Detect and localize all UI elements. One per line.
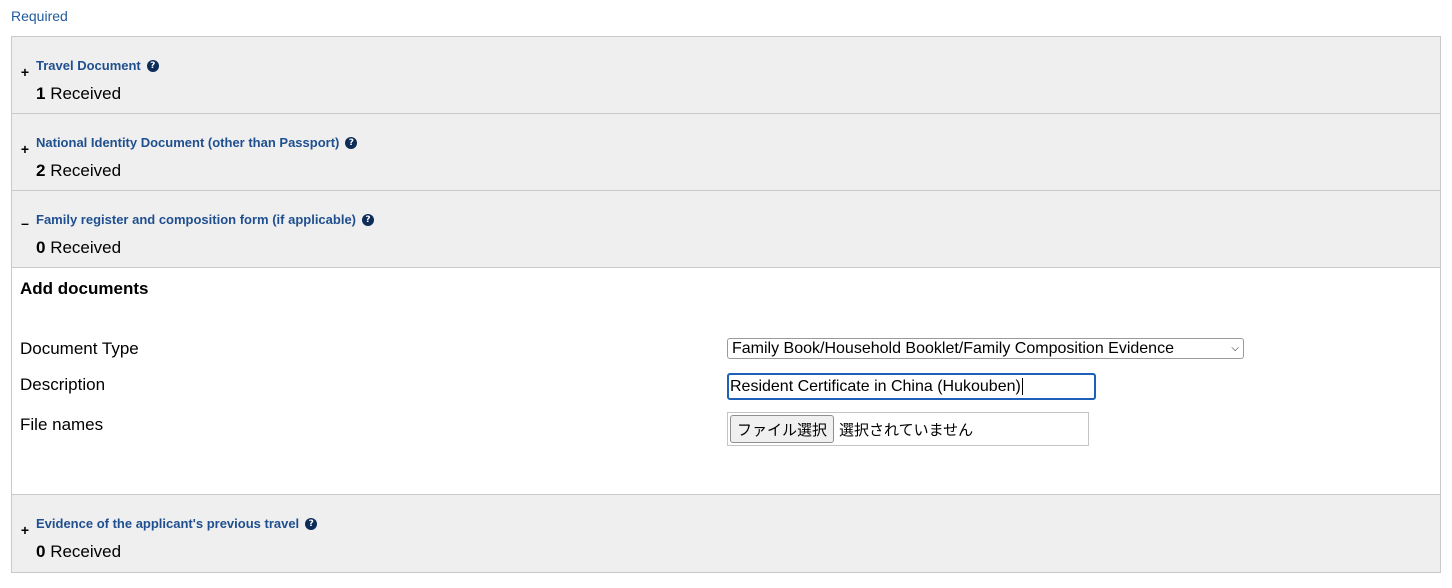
description-value: Resident Certificate in China (Hukouben) [730, 377, 1021, 395]
help-icon[interactable]: ? [305, 517, 318, 530]
count-label: Received [50, 238, 122, 257]
documents-panel: + Travel Document ? 1 Received + Nationa… [11, 36, 1441, 573]
count-label: Received [50, 542, 122, 561]
expand-toggle[interactable]: + [20, 141, 30, 157]
file-input[interactable]: ファイル選択 選択されていません [727, 412, 1089, 446]
section-title-text[interactable]: Evidence of the applicant's previous tra… [36, 516, 299, 531]
count-number: 0 [36, 542, 46, 561]
required-heading: Required [11, 8, 68, 24]
document-type-label: Document Type [20, 339, 139, 358]
document-type-value: Family Book/Household Booklet/Family Com… [732, 339, 1174, 357]
document-type-select[interactable]: Family Book/Household Booklet/Family Com… [727, 338, 1244, 359]
help-icon[interactable]: ? [345, 136, 358, 149]
section-title-text[interactable]: Travel Document [36, 58, 141, 73]
count-label: Received [50, 84, 122, 103]
help-icon[interactable]: ? [146, 59, 159, 72]
section-national-identity-document[interactable]: + National Identity Document (other than… [12, 114, 1440, 191]
received-count: 2 Received [36, 161, 121, 181]
received-count: 1 Received [36, 84, 121, 104]
count-number: 2 [36, 161, 46, 180]
section-title[interactable]: Family register and composition form (if… [36, 212, 374, 227]
text-cursor [1021, 378, 1023, 395]
section-travel-document[interactable]: + Travel Document ? 1 Received [12, 37, 1440, 114]
expand-toggle[interactable]: + [20, 64, 30, 80]
section-previous-travel-evidence[interactable]: + Evidence of the applicant's previous t… [12, 495, 1440, 572]
description-input[interactable]: Resident Certificate in China (Hukouben) [727, 373, 1096, 400]
section-title[interactable]: National Identity Document (other than P… [36, 135, 358, 150]
count-number: 1 [36, 84, 46, 103]
collapse-toggle[interactable]: – [20, 215, 30, 231]
section-title[interactable]: Evidence of the applicant's previous tra… [36, 516, 318, 531]
description-label: Description [20, 375, 106, 394]
received-count: 0 Received [36, 542, 121, 562]
file-names-label: File names [20, 415, 104, 434]
add-documents-form: Add documents Document Type Family Book/… [12, 268, 1440, 495]
section-title-text[interactable]: Family register and composition form (if… [36, 212, 356, 227]
help-icon[interactable]: ? [362, 213, 374, 226]
received-count: 0 Received [36, 238, 121, 258]
count-label: Received [50, 161, 122, 180]
add-documents-title: Add documents [20, 279, 149, 298]
section-title[interactable]: Travel Document ? [36, 58, 159, 73]
choose-file-button[interactable]: ファイル選択 [730, 415, 835, 443]
file-status-text: 選択されていません [839, 421, 974, 439]
chevron-down-icon: ⌵ [1231, 343, 1239, 354]
expand-toggle[interactable]: + [20, 522, 30, 538]
count-number: 0 [36, 238, 46, 257]
section-title-text[interactable]: National Identity Document (other than P… [36, 135, 339, 150]
section-family-register[interactable]: – Family register and composition form (… [12, 191, 1440, 268]
